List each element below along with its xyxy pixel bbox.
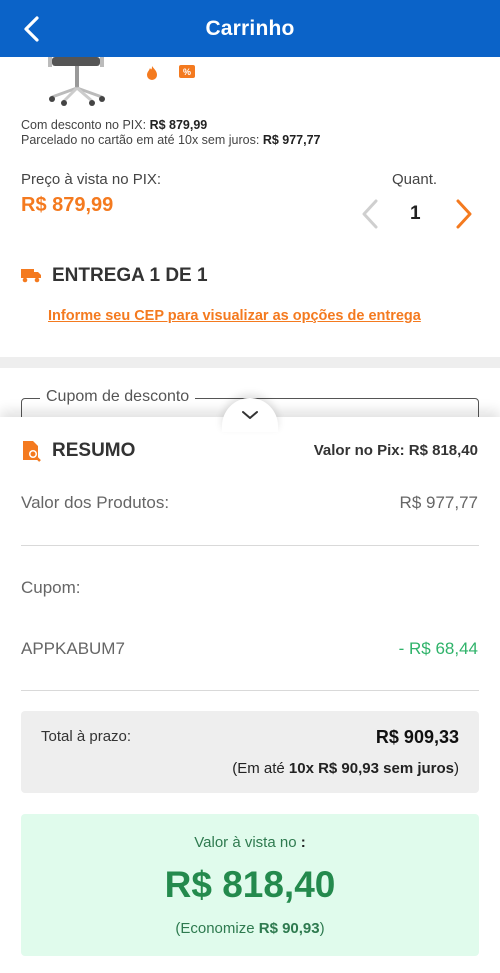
chevron-down-icon: [242, 411, 258, 419]
coupon-discount: - R$ 68,44: [398, 639, 478, 658]
price-value: R$ 879,99: [21, 194, 114, 216]
cep-link[interactable]: Informe seu CEP para visualizar as opçõe…: [48, 308, 421, 324]
chevron-left-icon: [24, 16, 39, 42]
fire-icon: [147, 66, 157, 80]
increase-quantity-button[interactable]: [452, 197, 476, 231]
coupon-label: Cupom de desconto: [40, 388, 196, 406]
pix-total-box: Valor à vista no : R$ 818,40 (Economize …: [21, 814, 479, 956]
pix-total-value: R$ 818,40: [164, 864, 336, 905]
total-value: R$ 909,33: [375, 727, 459, 747]
pix-summary-value: Valor no Pix: R$ 818,40: [313, 442, 478, 459]
coupon-summary-label: Cupom:: [21, 578, 81, 597]
quantity-value: 1: [410, 203, 421, 224]
page-title: Carrinho: [205, 16, 295, 40]
installment-total-box: Total à prazo: R$ 909,33 (Em até 10x R$ …: [21, 711, 479, 793]
divider: [21, 545, 479, 546]
summary-icon: [23, 441, 41, 462]
products-total-label: Valor dos Produtos:: [21, 493, 170, 512]
summary-title: RESUMO: [52, 440, 136, 461]
pix-discount-line: Com desconto no PIX: R$ 879,99: [21, 118, 208, 132]
pix-caption: Valor à vista no :: [194, 834, 306, 851]
decrease-quantity-button[interactable]: [358, 197, 382, 231]
coupon-code: APPKABUM7: [21, 639, 125, 658]
discount-tag-icon: %: [179, 65, 195, 78]
back-button[interactable]: [14, 12, 48, 46]
divider: [21, 690, 479, 691]
quantity-label: Quant.: [392, 171, 438, 188]
price-label: Preço à vista no PIX:: [21, 171, 162, 188]
cart-item: % Com desconto no PIX: R$ 879,99 Parcela…: [0, 57, 500, 357]
product-image[interactable]: [42, 57, 112, 109]
installment-line: Parcelado no cartão em até 10x sem juros…: [21, 133, 321, 147]
section-divider: [0, 357, 500, 368]
app-header: Carrinho: [0, 0, 500, 57]
truck-icon: [21, 269, 41, 283]
total-label: Total à prazo:: [41, 728, 132, 745]
savings-info: (Economize R$ 90,93): [175, 920, 325, 937]
installment-info: (Em até 10x R$ 90,93 sem juros): [232, 760, 459, 777]
products-total-value: R$ 977,77: [399, 493, 478, 512]
delivery-title: ENTREGA 1 DE 1: [52, 265, 208, 286]
